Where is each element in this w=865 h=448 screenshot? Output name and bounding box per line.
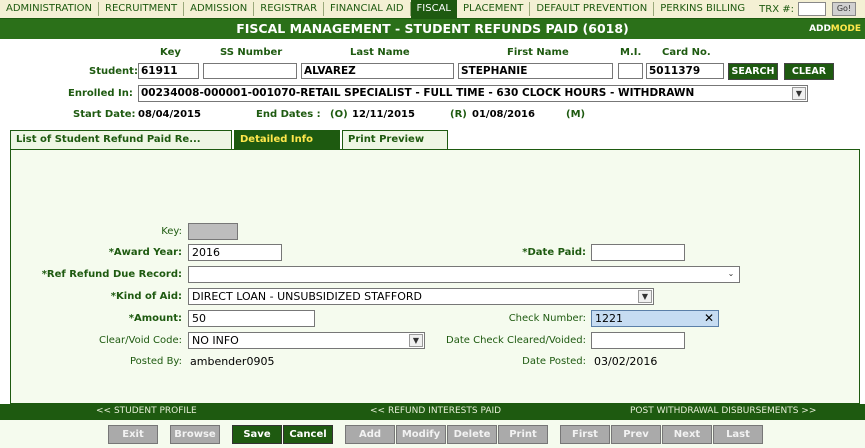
last-button[interactable]: Last [713,425,763,444]
trx-input[interactable] [797,2,826,16]
chevron-down-icon[interactable]: ▼ [409,334,423,347]
card-no-header: Card No. [662,47,711,58]
post-withdrawal-disbursements-link[interactable]: POST WITHDRAWAL DISBURSEMENTS >> [630,406,816,416]
tab-detailed-info[interactable]: Detailed Info [234,130,340,150]
tab-print-preview[interactable]: Print Preview [342,130,448,150]
nav-perkins-billing[interactable]: PERKINS BILLING [654,2,751,16]
enrolled-in-value: 00234008-000001-001070-RETAIL SPECIALIST… [141,87,695,99]
trx-label: TRX #: [759,3,794,15]
save-button[interactable]: Save [232,425,282,444]
prev-button[interactable]: Prev [611,425,661,444]
card-no-field[interactable]: 5011379 [646,63,724,79]
end-date-r-label: (R) [450,109,467,120]
ssn-field[interactable] [203,63,297,79]
ssn-header: SS Number [220,47,283,58]
date-paid-field[interactable] [591,244,685,261]
first-name-header: First Name [507,47,569,58]
add-button[interactable]: Add [345,425,395,444]
end-date-r-value: 01/08/2016 [472,109,535,120]
detail-panel: Key: *Award Year: 2016 *Date Paid: *Ref … [10,149,860,404]
clear-button[interactable]: CLEAR [784,63,834,80]
modify-button[interactable]: Modify [396,425,446,444]
posted-by-value: ambender0905 [190,355,275,368]
end-date-o-label: (O) [330,109,348,120]
nav-recruitment[interactable]: RECRUITMENT [99,2,185,16]
start-date-value: 08/04/2015 [138,109,201,120]
last-name-header: Last Name [350,47,410,58]
award-year-field[interactable]: 2016 [188,244,282,261]
posted-by-label: Posted By: [129,356,182,367]
kind-of-aid-label: *Kind of Aid: [110,291,182,302]
clear-void-label: Clear/Void Code: [99,335,182,346]
nav-admission[interactable]: ADMISSION [184,2,255,16]
end-dates-label: End Dates : [256,109,321,120]
tab-strip: List of Student Refund Paid Re... Detail… [10,130,450,150]
mode-label: MODE [830,24,861,34]
amount-label: *Amount: [128,313,182,324]
chevron-down-icon[interactable]: ▼ [792,87,806,100]
nav-fiscal[interactable]: FISCAL [410,0,457,18]
refund-interests-paid-link[interactable]: << REFUND INTERESTS PAID [370,406,501,416]
first-name-field[interactable]: STEPHANIE [458,63,613,79]
delete-button[interactable]: Delete [447,425,497,444]
add-label: ADD [809,24,831,34]
search-button[interactable]: SEARCH [728,63,778,80]
page-title: FISCAL MANAGEMENT - STUDENT REFUNDS PAID… [236,21,629,36]
tab-list-refunds[interactable]: List of Student Refund Paid Re... [10,130,232,150]
chevron-down-icon[interactable]: ▼ [638,290,652,303]
last-name-field[interactable]: ALVAREZ [301,63,454,79]
check-number-label: Check Number: [508,313,586,324]
clear-void-value: NO INFO [192,334,239,347]
nav-administration[interactable]: ADMINISTRATION [0,2,100,16]
start-date-label: Start Date: [73,109,136,120]
key-field [188,223,238,240]
browse-button[interactable]: Browse [170,425,220,444]
next-button[interactable]: Next [662,425,712,444]
ref-refund-label: *Ref Refund Due Record: [41,269,182,280]
button-bar: Exit Browse Save Cancel Add Modify Delet… [0,420,865,448]
cancel-button[interactable]: Cancel [283,425,333,444]
first-button[interactable]: First [560,425,610,444]
enrolled-in-label: Enrolled In: [68,88,133,99]
clear-void-select[interactable]: NO INFO ▼ [188,332,425,349]
title-bar: FISCAL MANAGEMENT - STUDENT REFUNDS PAID… [0,19,865,39]
date-cleared-field[interactable] [591,332,685,349]
enrolled-in-select[interactable]: 00234008-000001-001070-RETAIL SPECIALIST… [138,85,808,102]
check-number-value: 1221 [595,312,623,325]
amount-field[interactable]: 50 [188,310,315,327]
nav-financial-aid[interactable]: FINANCIAL AID [324,2,411,16]
end-date-m-label: (M) [566,109,586,120]
nav-placement[interactable]: PLACEMENT [457,2,531,16]
exit-button[interactable]: Exit [108,425,158,444]
go-button[interactable]: Go! [831,2,856,16]
print-button[interactable]: Print [498,425,548,444]
key-header: Key [160,47,181,58]
mi-header: M.I. [620,47,642,58]
date-posted-value: 03/02/2016 [594,355,658,368]
student-key-field[interactable]: 61911 [138,63,199,79]
check-number-field[interactable]: 1221 ✕ [591,310,719,327]
bottom-nav: << STUDENT PROFILE << REFUND INTERESTS P… [0,404,865,420]
end-date-o-value: 12/11/2015 [352,109,415,120]
kind-of-aid-value: DIRECT LOAN - UNSUBSIDIZED STAFFORD [192,290,422,303]
mi-field[interactable] [618,63,643,79]
clear-field-icon[interactable]: ✕ [704,311,714,326]
ref-refund-select[interactable]: ⌄ [188,266,740,283]
kind-of-aid-select[interactable]: DIRECT LOAN - UNSUBSIDIZED STAFFORD ▼ [188,288,654,305]
chevron-down-icon[interactable]: ⌄ [724,268,738,281]
student-label: Student: [89,66,138,77]
student-profile-link[interactable]: << STUDENT PROFILE [96,406,197,416]
nav-registrar[interactable]: REGISTRAR [254,2,325,16]
key-label: Key: [161,226,182,237]
date-cleared-label: Date Check Cleared/Voided: [446,335,586,346]
date-paid-label: *Date Paid: [522,247,586,258]
award-year-label: *Award Year: [108,247,182,258]
top-nav: ADMINISTRATION RECRUITMENT ADMISSION REG… [0,0,865,19]
date-posted-label: Date Posted: [522,356,586,367]
nav-default-prevention[interactable]: DEFAULT PREVENTION [530,2,655,16]
